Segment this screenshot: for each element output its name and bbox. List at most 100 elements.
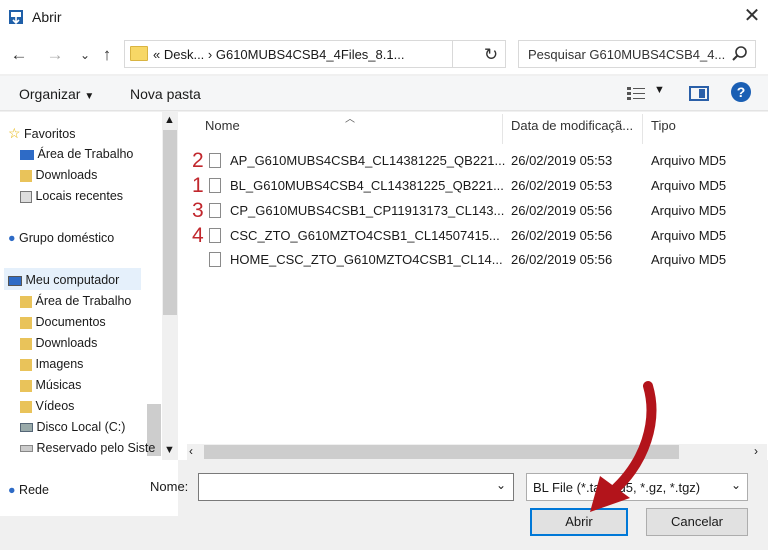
filter-dropdown-icon: ⌄ (731, 478, 742, 492)
nav-comp-videos[interactable]: Vídeos (20, 399, 74, 413)
new-folder-button[interactable]: Nova pasta (130, 86, 201, 102)
nav-scrollbar-thumb[interactable] (163, 130, 177, 315)
file-icon (209, 203, 221, 218)
nav-comp-disk[interactable]: Disco Local (C:) (20, 420, 125, 434)
search-icon (732, 46, 747, 61)
recent-chevron-icon[interactable]: ⌄ (74, 44, 96, 66)
file-icon (209, 228, 221, 243)
view-options-icon[interactable] (626, 85, 646, 101)
search-box[interactable]: Pesquisar G610MUBS4CSB4_4... (518, 40, 756, 68)
sort-ascending-icon: ︿ (345, 114, 355, 125)
file-date: 26/02/2019 05:53 (511, 153, 613, 168)
nav-comp-images[interactable]: Imagens (20, 357, 83, 371)
folder-icon (20, 295, 32, 308)
file-type: Arquivo MD5 (651, 178, 727, 193)
column-header-type[interactable]: Tipo (651, 118, 676, 133)
file-name[interactable]: CP_G610MUBS4CSB1_CP11913173_CL143... (230, 203, 504, 218)
column-header-date[interactable]: Data de modificaçã... (511, 118, 633, 133)
downloads-icon (20, 337, 32, 350)
help-icon[interactable]: ? (731, 82, 751, 102)
scroll-down-icon[interactable]: ▼ (164, 444, 175, 456)
column-divider[interactable] (642, 114, 643, 144)
file-type: Arquivo MD5 (651, 153, 727, 168)
organize-menu[interactable]: Organizar ▼ (19, 86, 94, 102)
annotation-arrow (590, 381, 657, 512)
file-name[interactable]: CSC_ZTO_G610MZTO4CSB1_CL14507415... (230, 228, 500, 243)
nav-comp-music[interactable]: Músicas (20, 378, 81, 392)
file-name[interactable]: BL_G610MUBS4CSB4_CL14381225_QB221... (230, 178, 504, 193)
nav-fav-downloads-label: Downloads (35, 168, 98, 182)
nav-favorites[interactable]: ☆ Favoritos (8, 125, 75, 142)
nav-favorites-label: Favoritos (24, 127, 76, 141)
file-icon (209, 252, 221, 267)
forward-arrow-icon[interactable]: → (44, 44, 66, 66)
annotation-marker: 2 (192, 149, 204, 172)
refresh-icon[interactable]: ↻ (480, 44, 502, 66)
file-icon (209, 153, 221, 168)
scroll-up-icon[interactable]: ▲ (164, 114, 175, 126)
file-date: 26/02/2019 05:53 (511, 178, 613, 193)
nav-comp-downloads[interactable]: Downloads (20, 336, 97, 350)
column-header-name[interactable]: Nome (205, 118, 240, 133)
annotation-marker: 1 (192, 174, 204, 197)
scroll-left-icon[interactable]: ‹ (189, 444, 193, 458)
organize-label: Organizar (19, 86, 81, 102)
folder-icon (20, 358, 32, 371)
nav-computer[interactable]: Meu computador (8, 273, 119, 287)
nav-fav-recent[interactable]: Locais recentes (20, 189, 123, 203)
column-divider[interactable] (502, 114, 503, 144)
downloads-icon (20, 169, 32, 182)
nav-comp-desktop-label: Área de Trabalho (35, 294, 132, 308)
nav-homegroup[interactable]: ● Grupo doméstico (8, 231, 114, 245)
nav-network[interactable]: ● Rede (8, 483, 49, 497)
file-name-label: Nome: (150, 479, 189, 494)
nav-comp-downloads-label: Downloads (35, 336, 98, 350)
folder-icon (130, 46, 148, 61)
annotation-marker: 3 (192, 199, 204, 222)
homegroup-icon: ● (8, 231, 16, 245)
network-icon: ● (8, 483, 16, 497)
up-arrow-icon[interactable]: ↑ (96, 44, 118, 66)
recent-places-icon (20, 190, 32, 203)
file-name[interactable]: HOME_CSC_ZTO_G610MZTO4CSB1_CL14... (230, 252, 503, 267)
file-name[interactable]: AP_G610MUBS4CSB4_CL14381225_QB221... (230, 153, 505, 168)
nav-fav-desktop-label: Área de Trabalho (37, 147, 134, 161)
nav-network-label: Rede (19, 483, 49, 497)
file-type: Arquivo MD5 (651, 203, 727, 218)
nav-computer-label: Meu computador (25, 273, 120, 287)
address-path: « Desk... › G610MUBS4CSB4_4Files_8.1... (153, 47, 405, 62)
drive-icon (20, 445, 33, 453)
nav-comp-documents-label: Documentos (35, 315, 106, 329)
scroll-right-icon[interactable]: › (754, 444, 758, 458)
app-icon (9, 10, 23, 25)
file-name-dropdown-icon[interactable]: ⌄ (496, 478, 506, 492)
preview-pane-icon[interactable] (689, 86, 709, 101)
folder-icon (20, 400, 32, 413)
command-toolbar (0, 76, 768, 111)
nav-fav-downloads[interactable]: Downloads (20, 168, 97, 182)
folder-icon (20, 379, 32, 392)
nav-comp-reserved-label: Reservado pelo Siste (36, 441, 156, 455)
desktop-icon (20, 149, 34, 160)
disk-icon (20, 423, 33, 433)
nav-comp-reserved[interactable]: Reservado pelo Siste (20, 441, 155, 455)
nav-fav-desktop[interactable]: Área de Trabalho (20, 147, 133, 161)
star-icon: ☆ (8, 125, 21, 141)
back-arrow-icon[interactable]: ← (8, 44, 30, 66)
file-type: Arquivo MD5 (651, 252, 727, 267)
file-name-input[interactable] (198, 473, 514, 501)
view-chevron-icon[interactable]: ▼ (654, 84, 665, 96)
nav-comp-videos-label: Vídeos (35, 399, 75, 413)
nav-fav-recent-label: Locais recentes (35, 189, 124, 203)
nav-comp-disk-label: Disco Local (C:) (36, 420, 126, 434)
address-bar[interactable]: « Desk... › G610MUBS4CSB4_4Files_8.1... (124, 40, 506, 68)
nav-comp-desktop[interactable]: Área de Trabalho (20, 294, 131, 308)
file-date: 26/02/2019 05:56 (511, 252, 613, 267)
file-type: Arquivo MD5 (651, 228, 727, 243)
computer-icon (8, 275, 22, 286)
nav-comp-documents[interactable]: Documentos (20, 315, 106, 329)
search-placeholder: Pesquisar G610MUBS4CSB4_4... (528, 47, 726, 62)
folder-icon (20, 316, 32, 329)
nav-comp-music-label: Músicas (35, 378, 82, 392)
close-icon[interactable]: ✕ (740, 4, 764, 28)
